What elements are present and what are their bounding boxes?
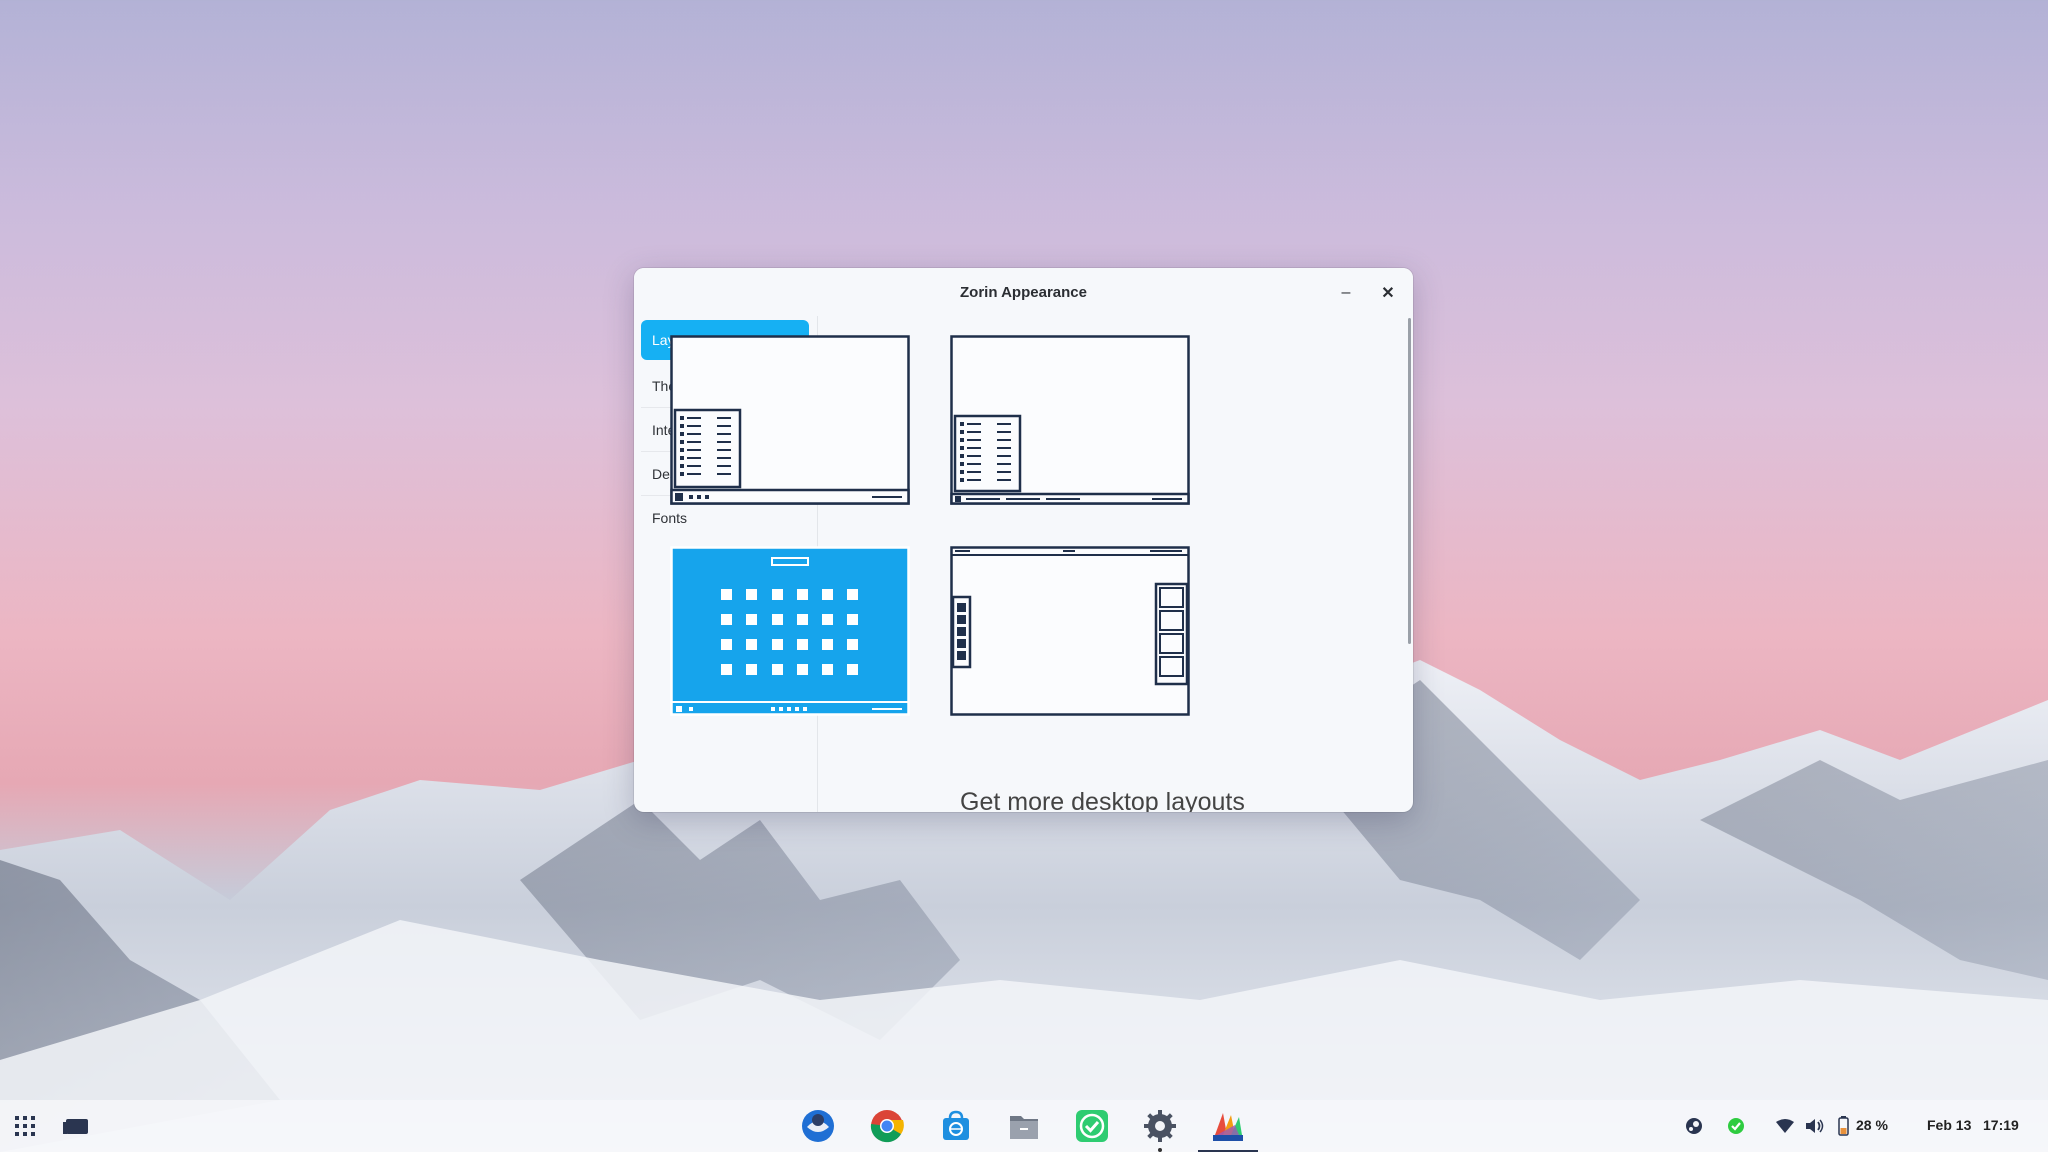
window-title: Zorin Appearance <box>960 283 1087 301</box>
battery-percentage: 28 % <box>1856 1117 1888 1133</box>
layout-preview-icon <box>950 546 1190 716</box>
layout-option-top-panel-dock[interactable] <box>950 546 1190 716</box>
zorin-appearance-icon[interactable] <box>1198 1107 1258 1152</box>
chrome-icon[interactable] <box>868 1107 906 1145</box>
close-button[interactable]: ✕ <box>1375 280 1401 306</box>
clock-date[interactable]: Feb 13 <box>1927 1117 1971 1133</box>
layout-option-windows-taskbar[interactable] <box>950 335 1190 505</box>
title-bar[interactable]: Zorin Appearance – ✕ <box>634 268 1413 316</box>
get-more-layouts-link[interactable]: Get more desktop layouts <box>960 788 1245 812</box>
layout-option-windows-classic[interactable] <box>670 335 910 505</box>
app-grid-icon[interactable] <box>6 1107 44 1145</box>
layout-preview-icon <box>950 335 1190 505</box>
layout-preview-icon <box>670 546 910 716</box>
check-shield-icon[interactable] <box>1717 1107 1755 1145</box>
steam-icon[interactable] <box>1675 1107 1713 1145</box>
settings-icon[interactable] <box>1141 1107 1179 1152</box>
layout-option-app-grid-selected[interactable] <box>670 546 910 716</box>
minimize-button[interactable]: – <box>1333 280 1359 306</box>
content-scrollbar[interactable] <box>1408 318 1411 644</box>
workspace-switcher-icon[interactable] <box>58 1107 96 1145</box>
task-checker-icon[interactable] <box>1073 1107 1111 1145</box>
thunderbird-icon[interactable] <box>799 1107 837 1145</box>
files-icon[interactable] <box>1005 1107 1043 1145</box>
layout-preview-icon <box>670 335 910 505</box>
software-store-icon[interactable] <box>937 1107 975 1145</box>
clock-time[interactable]: 17:19 <box>1983 1117 2019 1133</box>
running-indicator <box>1158 1148 1162 1152</box>
